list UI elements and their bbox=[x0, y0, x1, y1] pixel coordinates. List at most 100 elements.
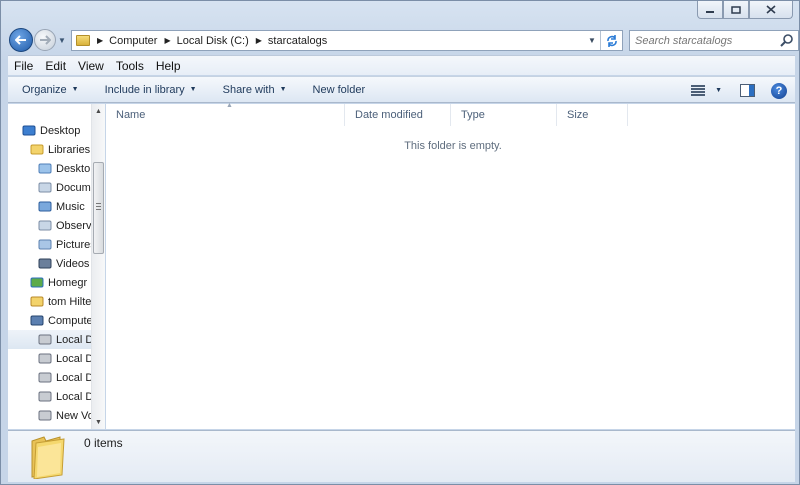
organize-label: Organize bbox=[22, 83, 67, 96]
close-button[interactable] bbox=[749, 1, 793, 19]
nav-item-label: Music bbox=[56, 200, 85, 213]
breadcrumb-local-disk[interactable]: Local Disk (C:) bbox=[177, 35, 249, 47]
nav-item[interactable]: Videos bbox=[8, 254, 91, 273]
forward-arrow-icon bbox=[40, 35, 51, 45]
documents-icon bbox=[38, 182, 52, 193]
nav-item[interactable]: tom Hilte bbox=[8, 292, 91, 311]
nav-item-label: Observ bbox=[56, 219, 91, 232]
folder-icon bbox=[31, 436, 65, 479]
local-disk-icon bbox=[38, 334, 52, 345]
nav-item[interactable]: Local D bbox=[8, 330, 91, 349]
back-button[interactable] bbox=[9, 28, 33, 52]
refresh-icon bbox=[606, 34, 617, 47]
column-header-name[interactable]: Name ▲ bbox=[106, 102, 345, 126]
breadcrumb-computer[interactable]: Computer bbox=[109, 35, 157, 47]
preview-pane-icon[interactable] bbox=[740, 84, 755, 97]
address-history-dropdown[interactable]: ▼ bbox=[588, 31, 598, 50]
nav-item[interactable]: Local D bbox=[8, 387, 91, 406]
nav-item-label: Local D bbox=[56, 371, 91, 384]
sort-arrow-icon: ▲ bbox=[226, 102, 233, 109]
forward-button[interactable] bbox=[34, 29, 56, 51]
nav-item-label: Local D bbox=[56, 390, 91, 403]
nav-item[interactable]: Desktop bbox=[8, 121, 91, 140]
nav-item[interactable]: Observ bbox=[8, 216, 91, 235]
nav-item-label: Libraries bbox=[48, 143, 91, 156]
column-header-date-modified[interactable]: Date modified bbox=[345, 104, 451, 126]
videos-icon bbox=[38, 258, 52, 269]
refresh-button[interactable] bbox=[600, 31, 622, 50]
menu-view[interactable]: View bbox=[72, 59, 110, 73]
drive-icon bbox=[38, 372, 52, 383]
back-arrow-icon bbox=[15, 35, 26, 45]
address-bar[interactable]: ▶ Computer ▶ Local Disk (C:) ▶ starcatal… bbox=[71, 30, 623, 51]
new-folder-button[interactable]: New folder bbox=[299, 84, 378, 96]
recent-pages-dropdown[interactable]: ▼ bbox=[58, 36, 66, 45]
close-icon bbox=[766, 5, 776, 14]
menu-edit[interactable]: Edit bbox=[39, 59, 72, 73]
computer-icon bbox=[30, 315, 44, 326]
libraries-icon bbox=[30, 144, 44, 155]
music-icon bbox=[38, 201, 52, 212]
explorer-window: ▼ ▶ Computer ▶ Local Disk (C:) ▶ starcat… bbox=[0, 0, 800, 485]
chevron-down-icon: ▼ bbox=[71, 86, 79, 93]
minimize-button[interactable] bbox=[697, 1, 723, 19]
scroll-up-icon[interactable]: ▲ bbox=[92, 104, 105, 118]
empty-folder-message: This folder is empty. bbox=[404, 140, 502, 152]
nav-item[interactable]: Local D bbox=[8, 368, 91, 387]
chevron-down-icon[interactable]: ▼ bbox=[715, 87, 722, 94]
nav-item-label: Local D bbox=[56, 333, 91, 346]
organize-button[interactable]: Organize ▼ bbox=[8, 84, 91, 96]
menu-help[interactable]: Help bbox=[150, 59, 187, 73]
column-size-label: Size bbox=[567, 109, 589, 121]
search-input[interactable] bbox=[635, 34, 775, 47]
search-icon[interactable] bbox=[780, 33, 794, 47]
scroll-down-icon[interactable]: ▼ bbox=[92, 415, 105, 429]
homegroup-icon bbox=[30, 277, 44, 288]
desktop-icon bbox=[22, 125, 36, 136]
nav-item[interactable]: Homegr bbox=[8, 273, 91, 292]
breadcrumb-arrow-icon[interactable]: ▶ bbox=[164, 36, 170, 45]
items-count: 0 items bbox=[84, 436, 123, 450]
include-in-library-button[interactable]: Include in library ▼ bbox=[91, 84, 209, 96]
search-box[interactable] bbox=[629, 30, 799, 51]
nav-item[interactable]: Deskto bbox=[8, 159, 91, 178]
nav-item[interactable]: Compute bbox=[8, 311, 91, 330]
breadcrumb-starcatalogs[interactable]: starcatalogs bbox=[268, 35, 327, 47]
menu-file[interactable]: File bbox=[8, 59, 39, 73]
column-header-type[interactable]: Type bbox=[451, 104, 557, 126]
nav-item-label: Docum bbox=[56, 181, 91, 194]
breadcrumb-arrow-icon[interactable]: ▶ bbox=[256, 36, 262, 45]
nav-item[interactable]: Docum bbox=[8, 178, 91, 197]
navigation-pane[interactable]: Desktop Libraries Deskto Docum Music Observ Pi… bbox=[8, 104, 91, 429]
nav-item-label: Pictures bbox=[56, 238, 91, 251]
change-view-icon[interactable] bbox=[691, 84, 706, 97]
nav-item-label: Homegr bbox=[48, 276, 88, 289]
new-folder-label: New folder bbox=[312, 83, 366, 96]
nav-item-label: Compute bbox=[48, 314, 91, 327]
nav-item[interactable]: Local D bbox=[8, 349, 91, 368]
pictures-icon bbox=[38, 239, 52, 250]
nav-scrollbar[interactable]: ▲ ▼ bbox=[91, 104, 105, 429]
share-with-label: Share with bbox=[222, 83, 275, 96]
drive-icon bbox=[38, 391, 52, 402]
column-name-label: Name bbox=[116, 109, 146, 121]
menu-tools[interactable]: Tools bbox=[110, 59, 150, 73]
column-header-size[interactable]: Size bbox=[557, 104, 628, 126]
desktop-library-icon bbox=[38, 163, 52, 174]
help-icon[interactable]: ? bbox=[771, 82, 787, 99]
column-type-label: Type bbox=[461, 109, 485, 121]
include-in-library-label: Include in library bbox=[104, 83, 185, 96]
share-with-button[interactable]: Share with ▼ bbox=[209, 84, 299, 96]
nav-item[interactable]: Music bbox=[8, 197, 91, 216]
drive-icon bbox=[38, 353, 52, 364]
nav-item[interactable]: New Vo bbox=[8, 406, 91, 425]
chevron-down-icon: ▼ bbox=[189, 86, 197, 93]
nav-item[interactable]: Pictures bbox=[8, 235, 91, 254]
chevron-down-icon: ▼ bbox=[279, 86, 287, 93]
scroll-thumb[interactable] bbox=[93, 162, 104, 254]
nav-item[interactable]: Libraries bbox=[8, 140, 91, 159]
breadcrumb-arrow-icon[interactable]: ▶ bbox=[97, 36, 103, 45]
file-list-pane[interactable]: Name ▲ Date modified Type Size This fold… bbox=[106, 102, 795, 429]
maximize-button[interactable] bbox=[723, 1, 749, 19]
folder-icon bbox=[76, 35, 90, 46]
